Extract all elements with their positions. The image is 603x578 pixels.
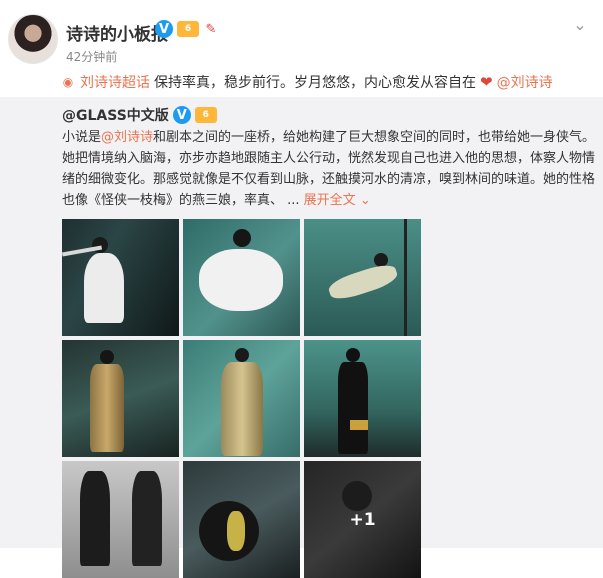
photo-thumbnail[interactable] bbox=[183, 219, 300, 336]
level-badge-icon: 6 bbox=[177, 21, 199, 37]
repost-mention-link[interactable]: @刘诗诗 bbox=[101, 130, 153, 145]
verified-icon: V bbox=[155, 20, 173, 38]
expand-link[interactable]: 展开全文 ⌄ bbox=[304, 193, 371, 208]
fan-badge-icon: ✎ bbox=[205, 21, 217, 37]
verified-icon: V bbox=[172, 106, 191, 124]
photo-thumbnail[interactable] bbox=[62, 219, 179, 336]
photo-thumbnail[interactable] bbox=[183, 461, 300, 578]
post-header: 诗诗的小板报 V 6 ✎ 42分钟前 ⌄ bbox=[0, 0, 603, 70]
topic-link[interactable]: 刘诗诗超话 bbox=[80, 72, 150, 92]
photo-thumbnail[interactable] bbox=[304, 219, 421, 336]
photo-thumbnail[interactable] bbox=[304, 340, 421, 457]
eye-icon: ◉ bbox=[62, 75, 74, 89]
level-badge-icon: 6 bbox=[194, 107, 217, 123]
username[interactable]: 诗诗的小板报 bbox=[66, 20, 168, 45]
chevron-down-icon: ⌄ bbox=[359, 193, 371, 208]
post-text: 保持率真，稳步前行。岁月悠悠，内心愈发从容自在 bbox=[154, 75, 476, 91]
user-badges: V 6 ✎ bbox=[155, 19, 219, 39]
origin-account-name[interactable]: @GLASS中文版 bbox=[62, 105, 169, 125]
chevron-down-icon[interactable]: ⌄ bbox=[570, 14, 590, 34]
repost-card[interactable]: @GLASS中文版 V 6 小说是@刘诗诗和剧本之间的一座桥，给她构建了巨大想象… bbox=[0, 97, 603, 578]
photo-thumbnail[interactable] bbox=[62, 340, 179, 457]
post-content: ◉ 刘诗诗超话 保持率真，稳步前行。岁月悠悠，内心愈发从容自在 ❤ @刘诗诗 bbox=[0, 68, 603, 94]
expand-label: 展开全文 bbox=[303, 193, 356, 208]
origin-author: @GLASS中文版 V 6 bbox=[62, 105, 217, 125]
repost-text: 小说是@刘诗诗和剧本之间的一座桥，给她构建了巨大想象空间的同时，也带给她一身侠气… bbox=[62, 127, 598, 211]
avatar[interactable] bbox=[8, 14, 58, 64]
repost-text-part-1: 小说是 bbox=[62, 130, 102, 145]
photo-thumbnail[interactable]: +1 bbox=[304, 461, 421, 578]
photo-thumbnail[interactable] bbox=[183, 340, 300, 457]
mention-link[interactable]: @刘诗诗 bbox=[497, 72, 553, 92]
heart-icon: ❤ bbox=[480, 73, 493, 91]
photo-thumbnail[interactable] bbox=[62, 461, 179, 578]
post-timestamp[interactable]: 42分钟前 bbox=[66, 48, 117, 65]
more-photos-count: +1 bbox=[304, 461, 421, 578]
